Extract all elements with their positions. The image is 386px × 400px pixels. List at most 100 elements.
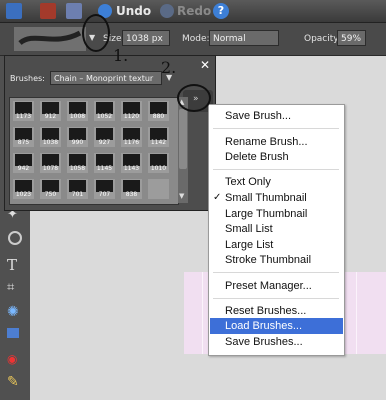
save-icon[interactable] xyxy=(66,3,82,19)
new-document-icon[interactable] xyxy=(6,3,22,19)
brush-thumbnail[interactable] xyxy=(148,179,169,199)
brush-thumbnail[interactable]: 1145 xyxy=(94,153,115,173)
menu-item-large-list[interactable]: Large List xyxy=(225,238,273,252)
menu-item-small-list[interactable]: Small List xyxy=(225,222,273,236)
redo-icon[interactable] xyxy=(160,4,174,18)
brush-size-label: 1176 xyxy=(123,139,140,146)
annotation-step-2: 2. xyxy=(161,58,177,77)
brush-thumbnail[interactable]: 942 xyxy=(13,153,34,173)
brush-size-label: 701 xyxy=(71,191,84,198)
menu-item-rename-brush[interactable]: Rename Brush... xyxy=(225,135,308,149)
brush-size-label: 1008 xyxy=(69,113,86,120)
brush-size-label: 1058 xyxy=(69,165,86,172)
top-toolbar: Undo Redo ? xyxy=(0,0,386,23)
brush-thumbnail[interactable]: 1052 xyxy=(94,101,115,121)
menu-item-stroke-thumbnail[interactable]: Stroke Thumbnail xyxy=(225,253,311,267)
brush-size-label: 707 xyxy=(98,191,111,198)
brush-thumbnail[interactable]: 701 xyxy=(67,179,88,199)
straighten-icon[interactable] xyxy=(7,328,19,338)
brush-thumbnail[interactable]: 1143 xyxy=(121,153,142,173)
options-bar: ▼ Size: 1038 px Mode: Normal Opacity: 59… xyxy=(0,23,386,56)
brush-size-label: 1010 xyxy=(150,165,167,172)
brush-size-label: 912 xyxy=(44,113,57,120)
close-icon[interactable]: ✕ xyxy=(200,58,210,72)
menu-item-preset-manager[interactable]: Preset Manager... xyxy=(225,279,312,293)
annotation-step-1: 1. xyxy=(113,46,129,65)
brush-thumbnail[interactable]: 750 xyxy=(40,179,61,199)
lasso-icon[interactable] xyxy=(8,231,22,245)
brush-thumbnail[interactable]: 875 xyxy=(13,127,34,147)
annotation-circle-2 xyxy=(177,84,211,112)
scroll-down-icon[interactable]: ▼ xyxy=(179,192,184,200)
brush-size-label: 1143 xyxy=(123,165,140,172)
cookie-cutter-icon[interactable]: ✺ xyxy=(7,304,23,320)
checkmark-icon: ✓ xyxy=(213,192,222,203)
menu-item-label: Small Thumbnail xyxy=(225,192,307,204)
brushes-label: Brushes: xyxy=(10,74,45,83)
brush-size-label: 1173 xyxy=(15,113,32,120)
brush-thumbnail[interactable]: 880 xyxy=(148,101,169,121)
brush-size-label: 1120 xyxy=(123,113,140,120)
menu-item-reset-brushes[interactable]: Reset Brushes... xyxy=(225,304,306,318)
brush-size-label: 1052 xyxy=(96,113,113,120)
brush-size-label: 1038 xyxy=(42,139,59,146)
menu-item-save-brush[interactable]: Save Brush... xyxy=(225,109,291,123)
menu-separator xyxy=(213,169,339,170)
organizer-icon[interactable] xyxy=(40,3,56,19)
menu-separator xyxy=(213,128,339,129)
scroll-thumb[interactable] xyxy=(179,109,187,169)
mode-label: Mode: xyxy=(182,34,210,44)
brush-size-label: 990 xyxy=(71,139,84,146)
brush-size-label: 838 xyxy=(125,191,138,198)
size-field[interactable]: 1038 px xyxy=(122,30,170,46)
menu-item-load-brushes[interactable]: Load Brushes... xyxy=(225,319,302,333)
type-tool-icon[interactable]: T xyxy=(7,256,23,274)
brush-thumbnail[interactable]: 1142 xyxy=(148,127,169,147)
brush-thumbnail[interactable]: 1058 xyxy=(67,153,88,173)
brush-size-label: 750 xyxy=(44,191,57,198)
brush-thumbnail[interactable]: 1078 xyxy=(40,153,61,173)
brush-thumbnail[interactable]: 1173 xyxy=(13,101,34,121)
menu-item-text-only[interactable]: Text Only xyxy=(225,175,271,189)
crop-icon[interactable]: ⌗ xyxy=(7,280,23,296)
brush-size-label: 1078 xyxy=(42,165,59,172)
mode-select[interactable]: Normal xyxy=(209,30,279,46)
menu-item-large-thumbnail[interactable]: Large Thumbnail xyxy=(225,207,307,221)
brush-thumbnail[interactable]: 990 xyxy=(67,127,88,147)
help-icon[interactable]: ? xyxy=(213,3,229,19)
brush-thumbnail[interactable]: 1176 xyxy=(121,127,142,147)
opacity-label: Opacity: xyxy=(304,34,341,44)
brush-swatch-icon xyxy=(150,180,167,192)
brush-size-label: 927 xyxy=(98,139,111,146)
menu-separator xyxy=(213,272,339,273)
texture-stripe xyxy=(202,272,203,354)
annotation-circle-1 xyxy=(82,14,110,52)
menu-separator xyxy=(213,298,339,299)
undo-button[interactable]: Undo xyxy=(116,4,151,18)
brush-thumbnail[interactable]: 912 xyxy=(40,101,61,121)
brush-thumbnail[interactable]: 1038 xyxy=(40,127,61,147)
redo-button[interactable]: Redo xyxy=(177,4,211,18)
red-eye-icon[interactable]: ◉ xyxy=(7,352,23,368)
brush-thumbnail[interactable]: 838 xyxy=(121,179,142,199)
brush-thumbnail[interactable]: 1023 xyxy=(13,179,34,199)
texture-stripe xyxy=(356,272,357,354)
brush-thumbnail[interactable]: 1010 xyxy=(148,153,169,173)
brush-size-label: 1023 xyxy=(15,191,32,198)
brush-set-select[interactable]: Chain – Monoprint textur xyxy=(50,71,162,85)
brush-size-label: 942 xyxy=(17,165,30,172)
menu-item-small-thumbnail[interactable]: ✓ Small Thumbnail xyxy=(209,191,339,205)
menu-item-save-brushes[interactable]: Save Brushes... xyxy=(225,335,303,349)
brush-thumbnail[interactable]: 707 xyxy=(94,179,115,199)
brush-thumbnail[interactable]: 927 xyxy=(94,127,115,147)
brush-thumbnail-grid: 1173 912 1008 1052 1120 880 875 1038 990 927 1176 1… xyxy=(9,97,179,205)
brush-panel-menu: Save Brush... Rename Brush... Delete Bru… xyxy=(208,104,345,356)
menu-item-delete-brush[interactable]: Delete Brush xyxy=(225,150,289,164)
opacity-field[interactable]: 59% xyxy=(337,30,366,46)
brush-thumbnail[interactable]: 1120 xyxy=(121,101,142,121)
brush-size-label: 880 xyxy=(152,113,165,120)
brush-grid-scrollbar[interactable]: ▲ ▼ xyxy=(178,97,188,203)
brush-preview-icon[interactable] xyxy=(14,27,86,51)
brush-thumbnail[interactable]: 1008 xyxy=(67,101,88,121)
healing-brush-icon[interactable]: ✎ xyxy=(7,374,23,390)
